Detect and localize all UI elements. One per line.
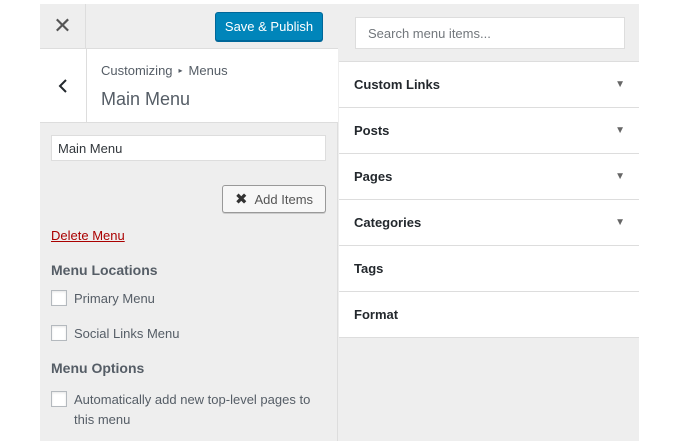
auto-add-pages-label: Automatically add new top-level pages to… bbox=[74, 390, 310, 430]
menu-name-input[interactable]: Main Menu bbox=[51, 135, 326, 161]
menu-locations-heading: Menu Locations bbox=[51, 262, 158, 278]
item-type-format[interactable]: Format bbox=[339, 292, 639, 338]
breadcrumb-customizing: Customizing bbox=[101, 63, 173, 78]
panel-header: Customizing ▸ Menus Main Menu bbox=[40, 49, 338, 123]
delete-menu-link[interactable]: Delete Menu bbox=[51, 228, 125, 243]
breadcrumb-menus: Menus bbox=[188, 63, 228, 78]
location-primary-row[interactable]: Primary Menu bbox=[51, 289, 155, 309]
item-type-label: Custom Links bbox=[354, 77, 440, 92]
back-button[interactable] bbox=[40, 49, 87, 122]
panel-title: Main Menu bbox=[101, 89, 191, 109]
item-type-label: Categories bbox=[354, 215, 422, 230]
search-area: Search menu items... bbox=[339, 4, 639, 62]
auto-add-pages-checkbox[interactable] bbox=[51, 391, 67, 407]
available-menu-items-panel: Search menu items... Custom Links ▼ Post… bbox=[339, 4, 639, 441]
save-publish-button[interactable]: Save & Publish bbox=[215, 12, 323, 41]
item-type-label: Posts bbox=[354, 123, 390, 138]
item-type-pages[interactable]: Pages ▼ bbox=[339, 154, 639, 200]
item-type-label: Format bbox=[354, 307, 399, 322]
customizer-frame: ✕ Save & Publish Customizing ▸ Menus Mai… bbox=[40, 4, 639, 441]
close-icon: ✕ bbox=[53, 13, 72, 38]
social-links-menu-label: Social Links Menu bbox=[74, 326, 180, 341]
item-type-posts[interactable]: Posts ▼ bbox=[339, 108, 639, 154]
chevron-left-icon bbox=[58, 78, 67, 93]
item-types-accordion: Custom Links ▼ Posts ▼ Pages ▼ Categorie… bbox=[339, 62, 639, 338]
item-type-tags[interactable]: Tags bbox=[339, 246, 639, 292]
item-type-label: Tags bbox=[354, 261, 384, 276]
caret-down-icon: ▼ bbox=[615, 217, 625, 228]
breadcrumb: Customizing ▸ Menus bbox=[101, 63, 228, 78]
social-links-menu-checkbox[interactable] bbox=[51, 325, 67, 341]
caret-down-icon: ▼ bbox=[615, 125, 625, 136]
auto-add-pages-label-line2: this menu bbox=[74, 412, 131, 427]
menu-settings-panel: ✕ Save & Publish Customizing ▸ Menus Mai… bbox=[40, 4, 338, 441]
auto-add-pages-row[interactable]: Automatically add new top-level pages to… bbox=[51, 390, 310, 430]
search-input[interactable]: Search menu items... bbox=[355, 17, 625, 49]
breadcrumb-separator-icon: ▸ bbox=[178, 66, 183, 75]
add-items-button[interactable]: ✖ Add Items bbox=[222, 185, 326, 213]
caret-down-icon: ▼ bbox=[615, 171, 625, 182]
item-type-categories[interactable]: Categories ▼ bbox=[339, 200, 639, 246]
menu-options-heading: Menu Options bbox=[51, 360, 145, 376]
add-items-label: Add Items bbox=[254, 191, 314, 207]
item-type-label: Pages bbox=[354, 169, 393, 184]
location-social-row[interactable]: Social Links Menu bbox=[51, 324, 180, 344]
close-button[interactable]: ✕ bbox=[40, 4, 86, 48]
top-bar: ✕ Save & Publish bbox=[40, 4, 338, 49]
item-type-custom-links[interactable]: Custom Links ▼ bbox=[339, 62, 639, 108]
primary-menu-checkbox[interactable] bbox=[51, 290, 67, 306]
close-x-icon: ✖ bbox=[234, 191, 248, 208]
caret-down-icon: ▼ bbox=[615, 79, 625, 90]
primary-menu-label: Primary Menu bbox=[74, 291, 155, 306]
auto-add-pages-label-line1: Automatically add new top-level pages to bbox=[74, 392, 311, 407]
